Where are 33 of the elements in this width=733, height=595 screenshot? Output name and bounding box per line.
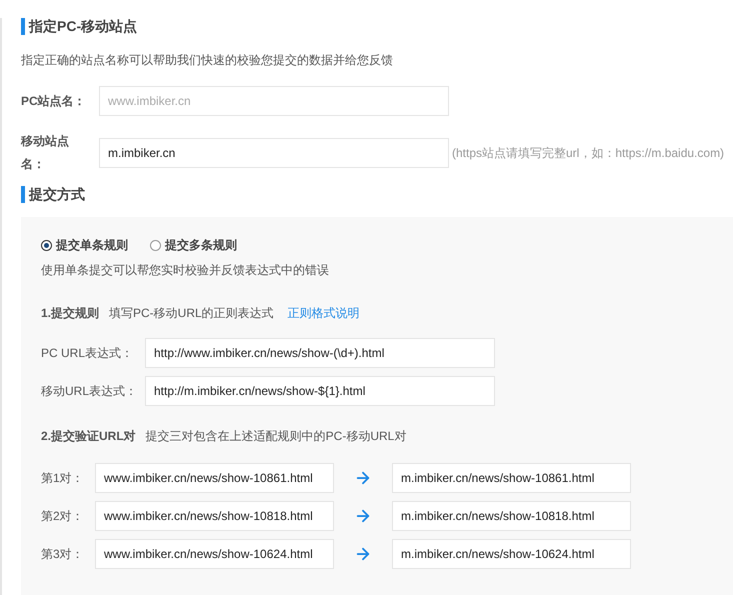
input-field[interactable]: m.imbiker.cn: [99, 138, 449, 168]
description-text: 指定正确的站点名称可以帮助我们快速的校验您提交的数据并给您反馈: [21, 52, 394, 68]
hint-text: (https站点请填写完整url，如：https://m.baidu.com): [452, 144, 724, 162]
mobile-url-field[interactable]: m.imbiker.cn/news/show-10818.html: [392, 501, 631, 531]
field-label: PC URL表达式：: [41, 344, 134, 362]
field-label: 移动站点名：: [21, 133, 70, 173]
arrow-right-icon: [354, 545, 372, 563]
section-heading: 提交方式: [21, 186, 733, 203]
pair-label: 第2对：: [41, 508, 85, 524]
mobile-url-field[interactable]: m.imbiker.cn/news/show-10624.html: [392, 539, 631, 569]
arrow-right-icon: [354, 469, 372, 487]
radio-icon[interactable]: [41, 240, 52, 251]
pc-url-field[interactable]: www.imbiker.cn/news/show-10624.html: [95, 539, 334, 569]
radio-option[interactable]: 提交多条规则: [150, 237, 237, 254]
pc-url-field[interactable]: www.imbiker.cn/news/show-10818.html: [95, 501, 334, 531]
pair-label: 第1对：: [41, 470, 85, 486]
radio-icon[interactable]: [150, 240, 161, 251]
mobile-url-field[interactable]: m.imbiker.cn/news/show-10861.html: [392, 463, 631, 493]
step-instruction: 填写PC-移动URL的正则表达式: [109, 305, 274, 322]
input-field[interactable]: http://www.imbiker.cn/news/show-(\d+).html: [145, 338, 495, 368]
pc-url-field[interactable]: www.imbiker.cn/news/show-10861.html: [95, 463, 334, 493]
section-heading: 指定PC-移动站点: [21, 18, 733, 35]
input-field[interactable]: www.imbiker.cn: [99, 86, 449, 116]
step-title: 1.提交规则: [41, 305, 100, 322]
step-title: 2.提交验证URL对: [41, 428, 136, 445]
pair-label: 第3对：: [41, 546, 85, 562]
arrow-right-icon: [354, 507, 372, 525]
step-instruction: 提交三对包含在上述适配规则中的PC-移动URL对: [146, 428, 406, 445]
description-text: 使用单条提交可以帮您实时校验并反馈表达式中的错误: [41, 262, 330, 279]
radio-option[interactable]: 提交单条规则: [41, 237, 128, 254]
field-label: 移动URL表达式：: [41, 382, 138, 400]
field-label: PC站点名：: [21, 92, 87, 110]
input-field[interactable]: http://m.imbiker.cn/news/show-${1}.html: [145, 376, 495, 406]
